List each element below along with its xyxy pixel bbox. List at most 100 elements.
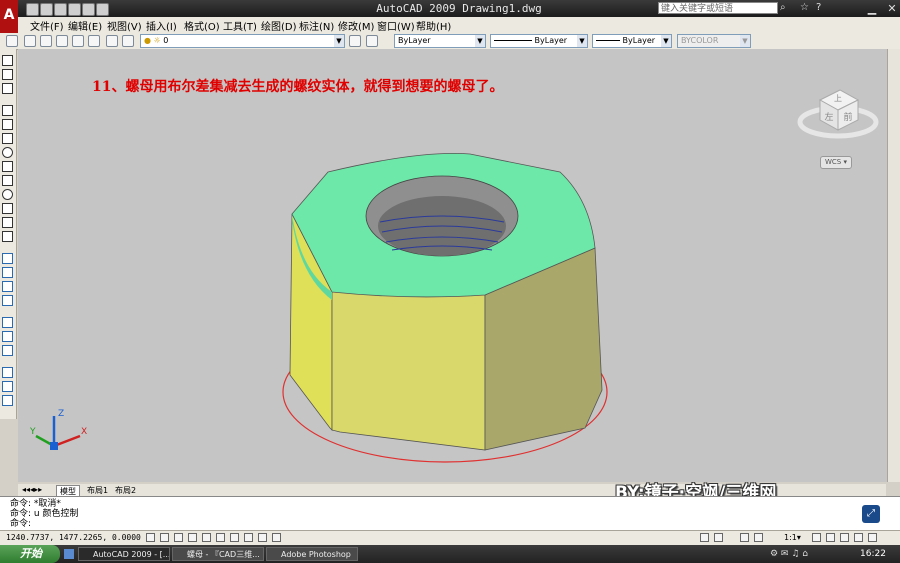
polar-icon[interactable] xyxy=(188,533,197,542)
layer-iso-icon[interactable] xyxy=(366,35,378,47)
linetype-value: ByLayer xyxy=(534,36,568,45)
tray-icons[interactable]: ⚙ ✉ ♫ ⌂ xyxy=(770,549,808,559)
workspace-icon[interactable] xyxy=(6,35,18,47)
model-space-icon[interactable] xyxy=(700,533,709,542)
menu-view[interactable]: 视图(V) xyxy=(107,18,142,33)
menu-draw[interactable]: 绘图(D) xyxy=(261,18,297,33)
linetype-dropdown[interactable]: ByLayer ▼ xyxy=(490,34,588,48)
menu-format[interactable]: 格式(O) xyxy=(184,18,220,33)
menu-modify[interactable]: 修改(M) xyxy=(338,18,374,33)
osnap-icon[interactable] xyxy=(202,533,211,542)
subtract-icon[interactable] xyxy=(2,331,13,342)
layer-state-icon[interactable] xyxy=(40,35,52,47)
lineweight-icon[interactable] xyxy=(258,533,267,542)
minimize-icon[interactable]: ▁ xyxy=(864,2,880,15)
ortho-icon[interactable] xyxy=(174,533,183,542)
menu-insert[interactable]: 插入(I) xyxy=(146,18,177,33)
viewcube[interactable]: 上 左 前 xyxy=(796,80,880,140)
command-line[interactable]: 命令: *取消* 命令: u 颜色控制 命令: ⤢ xyxy=(0,496,900,531)
revcloud-icon[interactable] xyxy=(2,161,13,172)
star-icon[interactable]: ☆ xyxy=(800,2,809,13)
color-dropdown[interactable]: ByLayer ▼ xyxy=(394,34,486,48)
menu-window[interactable]: 窗口(W) xyxy=(377,18,415,33)
polygon-icon[interactable] xyxy=(2,105,13,116)
circle-icon[interactable] xyxy=(2,147,13,158)
rectangle-icon[interactable] xyxy=(2,119,13,130)
ellipse-icon[interactable] xyxy=(2,189,13,200)
infocenter-icon[interactable]: ⤢ xyxy=(862,505,880,523)
color-value: ByLayer xyxy=(398,36,431,45)
task-photoshop[interactable]: Adobe Photoshop xyxy=(266,547,358,561)
clean-screen-icon[interactable] xyxy=(868,533,877,542)
hatch-icon[interactable] xyxy=(2,231,13,242)
hex-nut-model[interactable] xyxy=(270,150,630,470)
autocad-logo[interactable]: A xyxy=(0,0,18,33)
chevron-down-icon: ▼ xyxy=(577,35,587,47)
layer-prev2-icon[interactable] xyxy=(349,35,361,47)
properties-icon[interactable] xyxy=(106,35,118,47)
plotstyle-dropdown: BYCOLOR ▼ xyxy=(677,34,751,48)
annotation-visibility-icon[interactable] xyxy=(812,533,821,542)
intersect-icon[interactable] xyxy=(2,345,13,356)
tab-nav-arrows[interactable]: ◂◂◂▸▸ xyxy=(22,485,42,494)
ellipse-arc-icon[interactable] xyxy=(2,203,13,214)
layer-dropdown[interactable]: ● ☼ 0 ▼ xyxy=(140,34,345,48)
box-icon[interactable] xyxy=(2,367,13,378)
line-sample xyxy=(494,40,532,41)
lineweight-dropdown[interactable]: ByLayer ▼ xyxy=(592,34,672,48)
insert-block-icon[interactable] xyxy=(2,217,13,228)
quick-launch-icon[interactable] xyxy=(64,549,74,559)
menu-help[interactable]: 帮助(H) xyxy=(416,18,451,33)
viewcube-top-label: 上 xyxy=(834,94,842,103)
command-prompt[interactable]: 命令: xyxy=(10,519,31,529)
quick-props-icon[interactable] xyxy=(272,533,281,542)
dyn-icon[interactable] xyxy=(244,533,253,542)
loft-icon[interactable] xyxy=(2,295,13,306)
quick-view-icon[interactable] xyxy=(714,533,723,542)
binoculars-icon[interactable]: ⌕ xyxy=(780,2,786,13)
menu-file[interactable]: 文件(F) xyxy=(30,18,64,33)
zoom-icon[interactable] xyxy=(754,533,763,542)
polyline-icon[interactable] xyxy=(2,83,13,94)
task-autocad[interactable]: AutoCAD 2009 - [... xyxy=(78,547,170,561)
construction-line-icon[interactable] xyxy=(2,69,13,80)
cylinder-icon[interactable] xyxy=(2,395,13,406)
sweep-icon[interactable] xyxy=(2,281,13,292)
spline-icon[interactable] xyxy=(2,175,13,186)
chevron-down-icon: ▼ xyxy=(661,35,671,47)
vertical-scrollbar[interactable] xyxy=(887,49,900,482)
union-icon[interactable] xyxy=(2,317,13,328)
search-input[interactable]: 键入关键字或短语 xyxy=(658,2,778,14)
menu-tools[interactable]: 工具(T) xyxy=(223,18,257,33)
close-icon[interactable]: ✕ xyxy=(884,2,900,15)
workspace-switch-icon[interactable] xyxy=(840,533,849,542)
match-props-icon[interactable] xyxy=(122,35,134,47)
pan-icon[interactable] xyxy=(740,533,749,542)
layer-make-icon[interactable] xyxy=(72,35,84,47)
layer-match-icon[interactable] xyxy=(88,35,100,47)
sphere-icon[interactable] xyxy=(2,381,13,392)
menu-dimension[interactable]: 标注(N) xyxy=(299,18,334,33)
revolve-icon[interactable] xyxy=(2,267,13,278)
start-button[interactable]: 开始 xyxy=(0,545,60,563)
extrude-icon[interactable] xyxy=(2,253,13,264)
tab-layout2[interactable]: 布局2 xyxy=(112,485,139,496)
annotation-scale[interactable]: 1:1▾ xyxy=(784,533,801,542)
task-browser[interactable]: 螺母 - 『CAD三维... xyxy=(172,547,264,561)
otrack-icon[interactable] xyxy=(216,533,225,542)
ucs-z-label: Z xyxy=(58,409,64,419)
snap-icon[interactable] xyxy=(146,533,155,542)
arc-icon[interactable] xyxy=(2,133,13,144)
grid-icon[interactable] xyxy=(160,533,169,542)
layer-manager-icon[interactable] xyxy=(24,35,36,47)
line-icon[interactable] xyxy=(2,55,13,66)
horizontal-scrollbar[interactable] xyxy=(160,484,886,496)
ducs-icon[interactable] xyxy=(230,533,239,542)
lock-icon[interactable] xyxy=(854,533,863,542)
help-icon[interactable]: ? xyxy=(816,2,821,13)
auto-scale-icon[interactable] xyxy=(826,533,835,542)
tab-layout1[interactable]: 布局1 xyxy=(84,485,111,496)
layer-prev-icon[interactable] xyxy=(56,35,68,47)
wcs-menu[interactable]: WCS ▾ xyxy=(820,156,852,169)
menu-edit[interactable]: 编辑(E) xyxy=(68,18,102,33)
